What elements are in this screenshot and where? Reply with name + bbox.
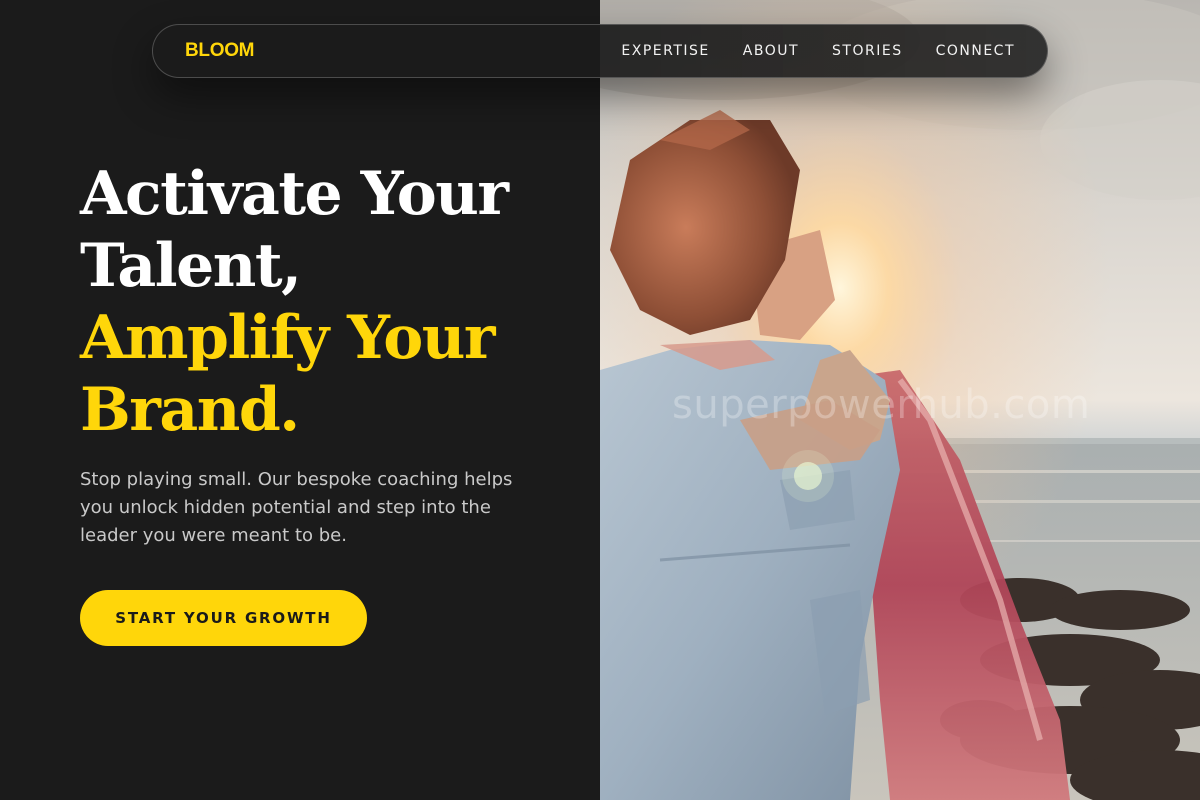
top-nav-bar: BLOOM EXPERTISE ABOUT STORIES CONNECT — [152, 24, 1048, 78]
nav-links: EXPERTISE ABOUT STORIES CONNECT — [621, 25, 1015, 77]
headline-line-1: Activate Your — [80, 159, 509, 229]
headline-line-3-accent: Amplify Your — [80, 303, 496, 373]
watermark-text: superpowerhub.com — [672, 382, 1091, 428]
nav-link-expertise[interactable]: EXPERTISE — [621, 43, 709, 59]
hero-subtext: Stop playing small. Our bespoke coaching… — [80, 469, 513, 546]
nav-link-about[interactable]: ABOUT — [743, 43, 799, 59]
headline-line-4-accent: Brand. — [80, 375, 300, 445]
nav-link-stories[interactable]: STORIES — [832, 43, 903, 59]
headline-line-2: Talent, — [80, 231, 302, 301]
landing-page: BLOOM EXPERTISE ABOUT STORIES CONNECT Ac… — [0, 0, 1200, 800]
start-growth-button[interactable]: START YOUR GROWTH — [80, 590, 367, 646]
nav-link-connect[interactable]: CONNECT — [936, 43, 1015, 59]
hero-headline: Activate Your Talent, Amplify Your Brand… — [80, 158, 509, 446]
brand-logo[interactable]: BLOOM — [185, 40, 255, 62]
